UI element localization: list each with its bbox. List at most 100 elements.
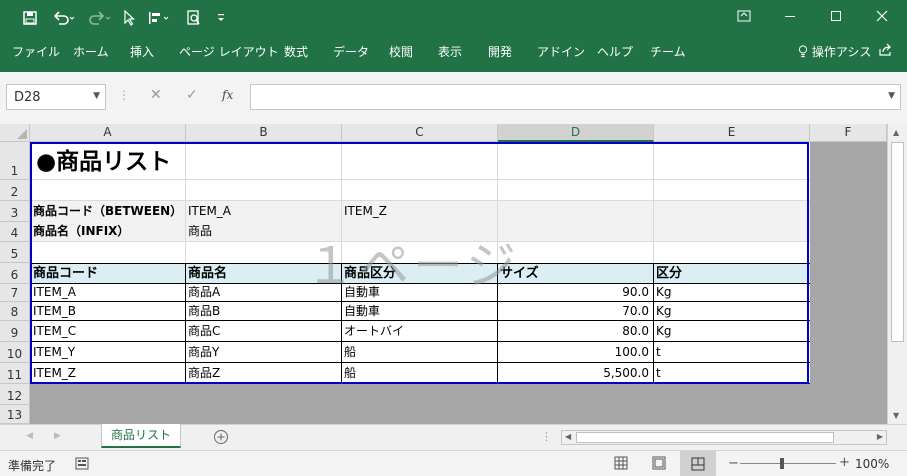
page-layout-view-icon[interactable]: [652, 456, 666, 473]
table-cell-size[interactable]: 100.0: [498, 342, 651, 362]
sheet-scroll-right-icon[interactable]: ▶: [54, 431, 61, 441]
table-cell-code[interactable]: ITEM_C: [31, 321, 186, 341]
table-cell-code[interactable]: ITEM_Y: [31, 342, 186, 362]
column-header-f[interactable]: F: [810, 124, 887, 142]
tab-insert[interactable]: 挿入: [130, 43, 154, 60]
table-cell-unit[interactable]: t: [654, 363, 809, 383]
worksheet-grid[interactable]: A B C D E F 1 2 3 4 5 6 7 8 9 10 11 12 1…: [0, 124, 887, 424]
select-objects-icon[interactable]: [120, 8, 138, 28]
chevron-down-icon[interactable]: ▼: [93, 91, 100, 101]
row-header-12[interactable]: 12: [0, 384, 30, 405]
condition-label-name[interactable]: 商品名（INFIX）: [31, 222, 186, 241]
header-size[interactable]: サイズ: [498, 264, 653, 283]
tell-me-box[interactable]: 操作アシス: [798, 43, 871, 61]
condition-label-code[interactable]: 商品コード（BETWEEN）: [31, 202, 186, 221]
undo-icon[interactable]: [50, 8, 78, 28]
tab-help[interactable]: ヘルプ: [597, 43, 633, 60]
table-cell-code[interactable]: ITEM_B: [31, 302, 186, 320]
insert-function-icon[interactable]: fx: [222, 88, 233, 102]
redo-icon[interactable]: [86, 8, 114, 28]
row-header-7[interactable]: 7: [0, 284, 30, 302]
share-icon[interactable]: [878, 43, 892, 60]
tab-file[interactable]: ファイル: [12, 43, 60, 60]
customize-qat-icon[interactable]: [214, 8, 228, 28]
save-icon[interactable]: [20, 8, 40, 28]
table-cell-size[interactable]: 80.0: [498, 321, 651, 341]
table-cell-unit[interactable]: Kg: [654, 302, 809, 320]
vertical-scrollbar[interactable]: ▲ ▼: [887, 124, 907, 424]
row-header-4[interactable]: 4: [0, 222, 30, 242]
align-icon[interactable]: [146, 8, 176, 28]
column-header-d[interactable]: D: [498, 124, 654, 142]
page-break-preview-icon[interactable]: [680, 451, 716, 476]
column-header-e[interactable]: E: [654, 124, 810, 142]
table-cell-name[interactable]: 商品B: [186, 302, 341, 320]
table-cell-category[interactable]: オートバイ: [342, 321, 497, 341]
table-cell-category[interactable]: 船: [342, 363, 497, 383]
name-box[interactable]: D28 ▼: [6, 84, 106, 110]
table-cell-unit[interactable]: t: [654, 342, 809, 362]
column-header-a[interactable]: A: [30, 124, 186, 142]
add-sheet-icon[interactable]: [213, 429, 229, 448]
tab-formulas[interactable]: 数式: [284, 43, 308, 60]
table-cell-size[interactable]: 70.0: [498, 302, 651, 320]
row-header-5[interactable]: 5: [0, 242, 30, 263]
tab-developer[interactable]: 開発: [488, 43, 512, 60]
ribbon-display-options-icon[interactable]: [721, 0, 767, 32]
row-header-6[interactable]: 6: [0, 263, 30, 284]
table-cell-name[interactable]: 商品C: [186, 321, 341, 341]
table-cell-name[interactable]: 商品Z: [186, 363, 341, 383]
row-header-3[interactable]: 3: [0, 201, 30, 222]
scroll-up-icon[interactable]: ▲: [893, 128, 899, 137]
tab-add-ins[interactable]: アドイン: [537, 43, 585, 60]
zoom-level[interactable]: 100%: [855, 457, 889, 471]
row-header-8[interactable]: 8: [0, 302, 30, 321]
select-all-button[interactable]: [0, 124, 30, 142]
header-item-code[interactable]: 商品コード: [31, 264, 186, 283]
vertical-scroll-thumb[interactable]: [891, 142, 904, 342]
tab-home[interactable]: ホーム: [73, 43, 109, 60]
formula-input[interactable]: ▼: [250, 84, 901, 110]
condition-code-to[interactable]: ITEM_Z: [342, 202, 497, 221]
tab-data[interactable]: データ: [333, 43, 369, 60]
table-cell-code[interactable]: ITEM_Z: [31, 363, 186, 383]
zoom-in-icon[interactable]: +: [839, 455, 850, 470]
table-cell-code[interactable]: ITEM_A: [31, 284, 186, 301]
print-preview-icon[interactable]: [184, 8, 204, 28]
tab-page-layout[interactable]: ページ レイアウト: [179, 43, 279, 60]
row-header-13[interactable]: 13: [0, 405, 30, 424]
row-header-9[interactable]: 9: [0, 321, 30, 342]
minimize-icon[interactable]: [767, 0, 813, 32]
table-cell-size[interactable]: 90.0: [498, 284, 651, 301]
table-cell-unit[interactable]: Kg: [654, 321, 809, 341]
row-header-10[interactable]: 10: [0, 342, 30, 363]
maximize-icon[interactable]: [813, 0, 859, 32]
column-header-b[interactable]: B: [186, 124, 342, 142]
table-cell-size[interactable]: 5,500.0: [498, 363, 651, 383]
row-header-2[interactable]: 2: [0, 180, 30, 201]
tab-view[interactable]: 表示: [438, 43, 462, 60]
zoom-slider[interactable]: [740, 458, 836, 469]
condition-code-from[interactable]: ITEM_A: [186, 202, 341, 221]
zoom-slider-thumb[interactable]: [780, 458, 784, 469]
sheet-tab-item-list[interactable]: 商品リスト: [101, 424, 181, 448]
macro-record-icon[interactable]: [75, 457, 89, 473]
tab-review[interactable]: 校閲: [389, 43, 413, 60]
scroll-right-icon[interactable]: ▶: [877, 432, 883, 441]
table-cell-unit[interactable]: Kg: [654, 284, 809, 301]
column-header-c[interactable]: C: [342, 124, 498, 142]
table-cell-name[interactable]: 商品Y: [186, 342, 341, 362]
normal-view-icon[interactable]: [614, 456, 628, 473]
sheet-scroll-left-icon[interactable]: ◀: [26, 431, 33, 441]
tab-team[interactable]: チーム: [650, 43, 686, 60]
row-header-11[interactable]: 11: [0, 363, 30, 384]
scroll-left-icon[interactable]: ◀: [565, 432, 571, 441]
horizontal-scrollbar[interactable]: ◀ ▶: [561, 430, 887, 445]
horizontal-scroll-thumb[interactable]: [576, 432, 834, 443]
sheet-title[interactable]: ●商品リスト: [34, 146, 334, 178]
cancel-icon[interactable]: ✕: [150, 87, 162, 103]
header-unit[interactable]: 区分: [654, 264, 809, 283]
scroll-down-icon[interactable]: ▼: [893, 411, 899, 420]
row-header-1[interactable]: 1: [0, 142, 30, 180]
close-icon[interactable]: [859, 0, 905, 32]
